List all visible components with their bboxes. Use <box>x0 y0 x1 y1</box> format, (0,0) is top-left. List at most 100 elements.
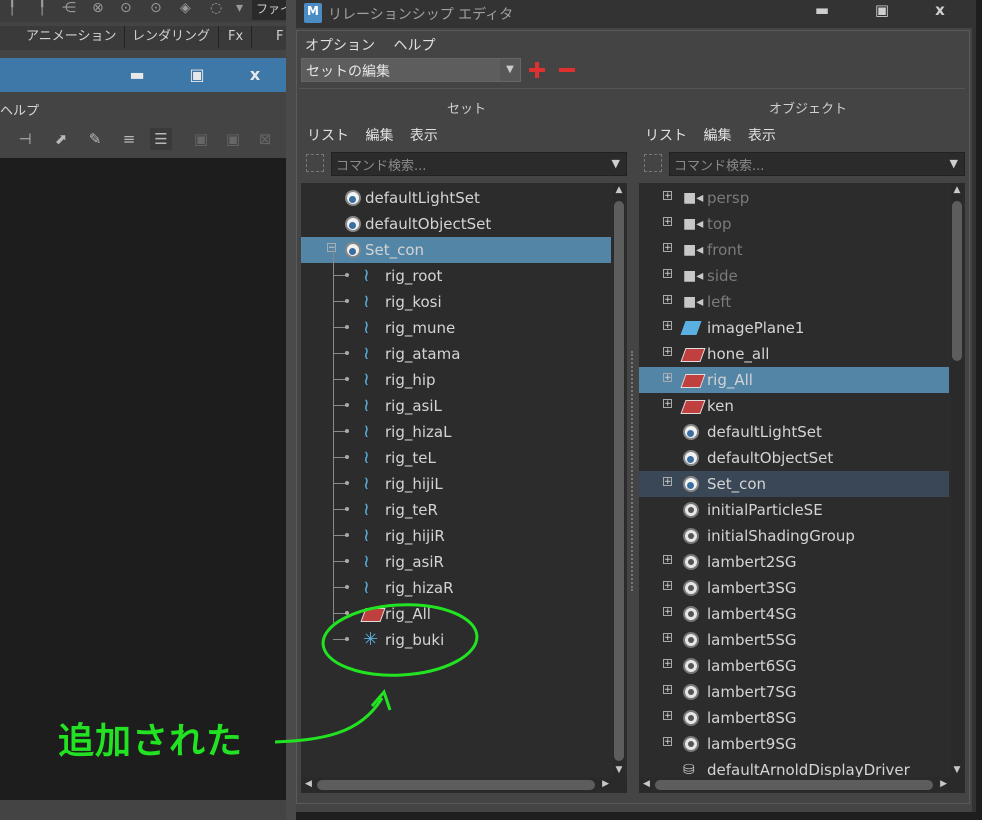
tree-row[interactable]: initialShadingGroup <box>639 523 949 549</box>
tree-row[interactable]: + lambert8SG <box>639 705 949 731</box>
close-button[interactable]: x <box>916 0 964 22</box>
close-button[interactable]: x <box>240 58 270 92</box>
tree-row[interactable]: + ■◂ front <box>639 237 949 263</box>
snap-magnet-icon[interactable]: ◌ <box>210 0 222 16</box>
tree-row[interactable]: ≀ rig_hizaR <box>301 575 611 601</box>
chevron-down-icon[interactable]: ▾ <box>236 0 243 16</box>
tree-row[interactable]: ≀ rig_asiL <box>301 393 611 419</box>
vertical-scrollbar[interactable]: ▲ ▼ <box>951 183 963 777</box>
chevron-down-icon[interactable]: ▼ <box>950 157 958 170</box>
expand-toggle[interactable]: + <box>663 217 672 227</box>
scroll-down-icon[interactable]: ▼ <box>951 765 963 775</box>
pane-splitter[interactable] <box>631 351 635 591</box>
tree-row[interactable]: − Set_con <box>301 237 611 263</box>
scrollbar-thumb[interactable] <box>952 201 962 361</box>
expand-toggle[interactable]: + <box>663 607 672 617</box>
tool-icon[interactable]: ╿ <box>38 0 46 16</box>
expand-toggle[interactable]: + <box>663 737 672 747</box>
horizontal-scrollbar[interactable]: ◀ ▶ <box>301 777 627 793</box>
vertical-scrollbar[interactable]: ▲ ▼ <box>613 183 625 777</box>
tab-animation[interactable]: アニメーション <box>18 26 126 48</box>
tree-row[interactable]: + ■◂ persp <box>639 185 949 211</box>
expand-toggle[interactable]: + <box>663 191 672 201</box>
collapse-toggle[interactable]: − <box>327 243 336 253</box>
menu-display[interactable]: 表示 <box>410 128 438 144</box>
objects-tree[interactable]: + ■◂ persp + ■◂ top + ■◂ front + ■◂ side + ■◂ left + ima… <box>639 183 965 793</box>
fit-icon[interactable]: ⊠ <box>254 128 276 150</box>
tree-row[interactable]: + lambert2SG <box>639 549 949 575</box>
tree-row[interactable]: ≀ rig_hijiR <box>301 523 611 549</box>
menu-edit[interactable]: 編集 <box>365 128 393 144</box>
tree-row[interactable]: + ■◂ side <box>639 263 949 289</box>
tree-row[interactable]: + lambert4SG <box>639 601 949 627</box>
tree-row[interactable]: defaultObjectSet <box>301 211 611 237</box>
tree-row[interactable]: defaultLightSet <box>639 419 949 445</box>
tree-row[interactable]: + imagePlane1 <box>639 315 949 341</box>
minimize-button[interactable]: ▬ <box>798 0 846 22</box>
scroll-down-icon[interactable]: ▼ <box>613 765 625 775</box>
tree-row[interactable]: ≀ rig_asiR <box>301 549 611 575</box>
tree-row[interactable]: + ken <box>639 393 949 419</box>
sets-tree[interactable]: defaultLightSet defaultObjectSet − Set_con ≀… <box>301 183 627 793</box>
expand-toggle[interactable]: + <box>663 633 672 643</box>
editor-titlebar[interactable]: M リレーションシップ エディタ ▬ ▣ x <box>296 0 972 28</box>
scroll-up-icon[interactable]: ▲ <box>613 185 625 195</box>
expand-toggle[interactable]: + <box>663 243 672 253</box>
tree-row[interactable]: + lambert6SG <box>639 653 949 679</box>
minus-icon[interactable] <box>559 62 575 78</box>
maximize-button[interactable]: ▣ <box>858 0 906 22</box>
scrollbar-thumb[interactable] <box>655 780 933 790</box>
expand-toggle[interactable]: + <box>663 711 672 721</box>
tree-row[interactable]: + lambert3SG <box>639 575 949 601</box>
list-icon[interactable]: ≡ <box>118 128 140 150</box>
maximize-button[interactable]: ▣ <box>182 58 212 92</box>
tree-row[interactable]: + lambert7SG <box>639 679 949 705</box>
snap-surface-icon[interactable]: ◈ <box>180 0 191 16</box>
expand-toggle[interactable]: + <box>663 477 672 487</box>
menu-display[interactable]: 表示 <box>748 128 776 144</box>
hierarchy-icon[interactable]: ⊣ <box>14 128 36 150</box>
scrollbar-thumb[interactable] <box>317 780 595 790</box>
select-arrow-icon[interactable]: ⬈ <box>50 128 72 150</box>
tree-row[interactable]: ≀ rig_teR <box>301 497 611 523</box>
chevron-down-icon[interactable]: ▼ <box>612 157 620 170</box>
search-filter-icon[interactable] <box>306 154 324 172</box>
expand-toggle[interactable]: + <box>663 269 672 279</box>
menu-edit[interactable]: 編集 <box>703 128 731 144</box>
expand-toggle[interactable]: + <box>663 321 672 331</box>
tree-row[interactable]: + hone_all <box>639 341 949 367</box>
scroll-right-icon[interactable]: ▶ <box>940 779 947 789</box>
search-filter-icon[interactable] <box>644 154 662 172</box>
tree-row[interactable]: ≀ rig_hizaL <box>301 419 611 445</box>
expand-toggle[interactable]: + <box>663 347 672 357</box>
minimize-button[interactable]: ▬ <box>122 58 152 92</box>
expand-toggle[interactable]: + <box>663 373 672 383</box>
expand-toggle[interactable]: + <box>663 581 672 591</box>
frame-all-icon[interactable]: ▣ <box>222 128 244 150</box>
tab-fx[interactable]: Fx <box>220 26 253 48</box>
horizontal-scrollbar[interactable]: ◀ ▶ <box>639 777 965 793</box>
tree-row[interactable]: ✳ rig_buki <box>301 627 611 653</box>
tree-row[interactable]: initialParticleSE <box>639 497 949 523</box>
expand-toggle[interactable]: + <box>663 555 672 565</box>
menu-list[interactable]: リスト <box>307 128 349 144</box>
scrollbar-thumb[interactable] <box>614 201 624 761</box>
snap-point-icon[interactable]: ⊙ <box>120 0 132 16</box>
menu-options[interactable]: オプション <box>305 38 375 54</box>
frame-icon[interactable]: ▣ <box>190 128 212 150</box>
expand-toggle[interactable]: + <box>663 659 672 669</box>
snap-view-icon[interactable]: ⊙ <box>150 0 162 16</box>
tree-row[interactable]: ≀ rig_mune <box>301 315 611 341</box>
expand-toggle[interactable]: + <box>663 295 672 305</box>
scroll-up-icon[interactable]: ▲ <box>951 185 963 195</box>
tree-row[interactable]: + lambert9SG <box>639 731 949 757</box>
tree-row[interactable]: ≀ rig_root <box>301 263 611 289</box>
tree-row[interactable]: ≀ rig_teL <box>301 445 611 471</box>
tab-rendering[interactable]: レンダリング <box>124 26 220 48</box>
edit-pencil-icon[interactable]: ✎ <box>84 128 106 150</box>
tool-icon[interactable]: ╿ <box>8 0 16 16</box>
filter-icon[interactable]: ☰ <box>150 128 172 150</box>
objects-search-field[interactable]: コマンド検索... ▼ <box>644 152 965 176</box>
plus-icon[interactable] <box>529 62 545 78</box>
tree-row[interactable]: ≀ rig_atama <box>301 341 611 367</box>
